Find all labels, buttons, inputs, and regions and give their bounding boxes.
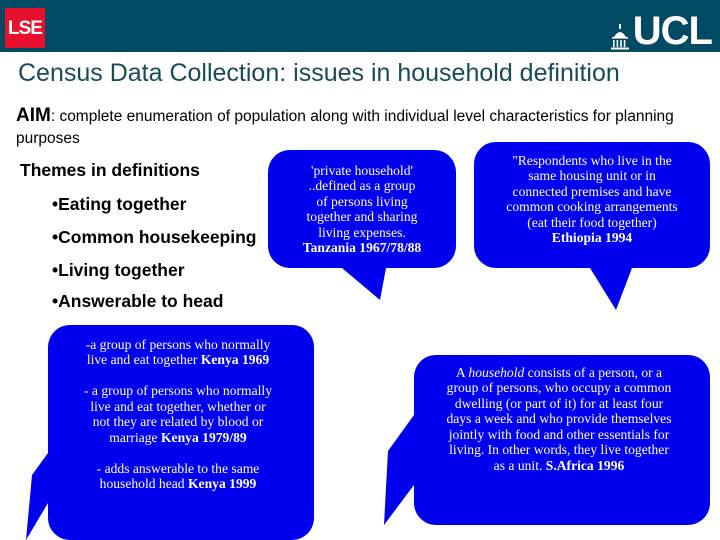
aim-body: : complete enumeration of population alo… (16, 108, 674, 147)
ethiopia-source: Ethiopia 1994 (551, 230, 633, 246)
kenya-source2: Kenya 1979/89 (160, 429, 247, 445)
theme-bullet-answerable-to-head: •Answerable to head (52, 291, 224, 311)
kenya-source3: Kenya 1999 (187, 476, 257, 492)
safrica-source: S.Africa 1996 (545, 457, 625, 473)
tanzania-body: 'private household' ..defined as a group… (306, 163, 418, 240)
ethiopia-body: "Respondents who live in the same housin… (506, 153, 678, 230)
safrica-body: consists of a person, or a group of pers… (446, 365, 672, 473)
kenya-definition-callout: -a group of persons who normally live an… (26, 325, 314, 540)
ucl-wordmark: UCL (632, 9, 713, 54)
themes-heading: Themes in definitions (20, 160, 200, 180)
kenya-source1: Kenya 1969 (200, 352, 270, 368)
theme-bullet-living-together: •Living together (52, 260, 185, 280)
aim-label: AIM (16, 105, 51, 126)
lse-logo: LSE (5, 8, 45, 48)
tanzania-bubble-text: 'private household' ..defined as a group… (274, 163, 450, 256)
page-title: Census Data Collection: issues in househ… (18, 59, 620, 87)
tanzania-definition-callout: 'private household' ..defined as a group… (268, 150, 456, 300)
ethiopia-definition-callout: "Respondents who live in the same housin… (474, 142, 710, 310)
safrica-lead: A (455, 365, 469, 380)
header-banner: LSE UCL (0, 0, 720, 52)
safrica-emphasis: household (468, 365, 525, 380)
south-africa-definition-callout: A household consists of a person, or a g… (384, 355, 710, 525)
kenya-bubble-text: -a group of persons who normally live an… (54, 337, 302, 492)
ucl-logo: UCL (609, 4, 713, 54)
lse-logo-text: LSE (8, 17, 43, 39)
theme-bullet-eating-together: •Eating together (52, 194, 187, 214)
ethiopia-bubble-text: "Respondents who live in the same housin… (482, 153, 702, 246)
tanzania-source: Tanzania 1967/78/88 (302, 240, 422, 256)
theme-bullet-common-housekeeping: •Common housekeeping (52, 227, 257, 247)
safrica-bubble-text: A household consists of a person, or a g… (418, 365, 700, 473)
ucl-dome-icon (610, 24, 629, 50)
